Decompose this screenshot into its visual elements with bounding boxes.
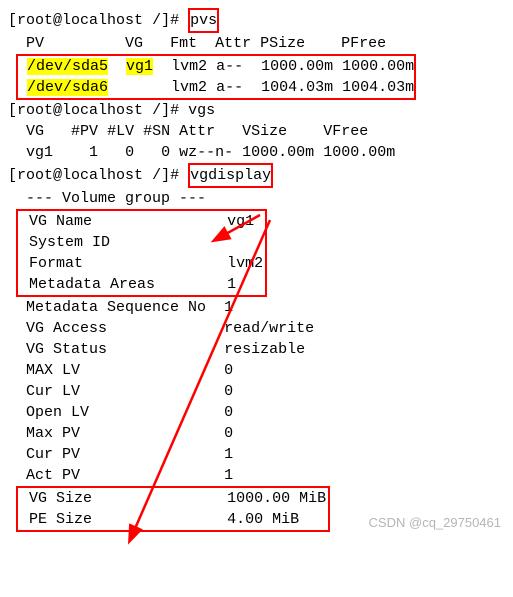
pvs-row-0: /dev/sda5 vg1 lvm2 a-- 1000.00m 1000.00m [18, 56, 414, 77]
pvs-row1-fmt: lvm2 [171, 79, 207, 96]
vgd-vgname: VG Name vg1 [20, 211, 263, 232]
vgd-pesize: PE Size 4.00 MiB [20, 509, 326, 530]
cmd-vgdisplay: vgdisplay [188, 163, 273, 188]
vgd-section: --- Volume group --- [8, 188, 505, 209]
pvs-header: PV VG Fmt Attr PSize PFree [8, 33, 505, 54]
vgd-vgsize: VG Size 1000.00 MiB [20, 488, 326, 509]
cmd-vgs: vgs [188, 102, 215, 119]
vgd-openlv: Open LV 0 [8, 402, 505, 423]
vgd-box-2: VG Size 1000.00 MiB PE Size 4.00 MiB [16, 486, 330, 532]
pvs-hdr-pv: PV [26, 35, 44, 52]
prompt-line-pvs: [root@localhost /]# pvs [8, 8, 505, 33]
vgd-box-1: VG Name vg1 System ID Format lvm2 Metada… [16, 209, 267, 297]
vgd-metaareas: Metadata Areas 1 [20, 274, 263, 295]
prompt-user: root [17, 12, 53, 29]
vgd-actpv: Act PV 1 [8, 465, 505, 486]
pvs-row0-vg: vg1 [126, 58, 153, 75]
pvs-row1-pfree: 1004.03m [342, 79, 414, 96]
pvs-row1-attr: a-- [216, 79, 243, 96]
vgs-row: vg1 1 0 0 wz--n- 1000.00m 1000.00m [8, 142, 505, 163]
pvs-rows-box: /dev/sda5 vg1 lvm2 a-- 1000.00m 1000.00m… [16, 54, 416, 100]
watermark: CSDN @cq_29750461 [369, 514, 501, 532]
vgd-maxpv: Max PV 0 [8, 423, 505, 444]
vgd-access: VG Access read/write [8, 318, 505, 339]
vgs-header: VG #PV #LV #SN Attr VSize VFree [8, 121, 505, 142]
pvs-row1-pv: /dev/sda6 [27, 79, 108, 96]
vgd-curpv: Cur PV 1 [8, 444, 505, 465]
cmd-pvs: pvs [188, 8, 219, 33]
prompt-line-vgs: [root@localhost /]# vgs [8, 100, 505, 121]
pvs-row1-psize: 1004.03m [261, 79, 333, 96]
pvs-row0-pfree: 1000.00m [342, 58, 414, 75]
vgd-maxlv: MAX LV 0 [8, 360, 505, 381]
vgd-status: VG Status resizable [8, 339, 505, 360]
pvs-hdr-psize: PSize [260, 35, 305, 52]
pvs-hdr-pfree: PFree [341, 35, 386, 52]
pvs-hdr-fmt: Fmt [170, 35, 197, 52]
pvs-row0-fmt: lvm2 [171, 58, 207, 75]
prompt-path: / [152, 12, 161, 29]
pvs-row-1: /dev/sda6 lvm2 a-- 1004.03m 1004.03m [18, 77, 414, 98]
vgd-curlv: Cur LV 0 [8, 381, 505, 402]
pvs-row0-psize: 1000.00m [261, 58, 333, 75]
pvs-hdr-attr: Attr [215, 35, 251, 52]
pvs-row0-attr: a-- [216, 58, 243, 75]
prompt-line-vgdisplay: [root@localhost /]# vgdisplay [8, 163, 505, 188]
vgd-sysid: System ID [20, 232, 263, 253]
prompt-symbol: # [170, 12, 179, 29]
vgd-metaseq: Metadata Sequence No 1 [8, 297, 505, 318]
prompt-host: localhost [62, 12, 143, 29]
vgd-format: Format lvm2 [20, 253, 263, 274]
pvs-row0-pv: /dev/sda5 [27, 58, 108, 75]
pvs-hdr-vg: VG [125, 35, 143, 52]
